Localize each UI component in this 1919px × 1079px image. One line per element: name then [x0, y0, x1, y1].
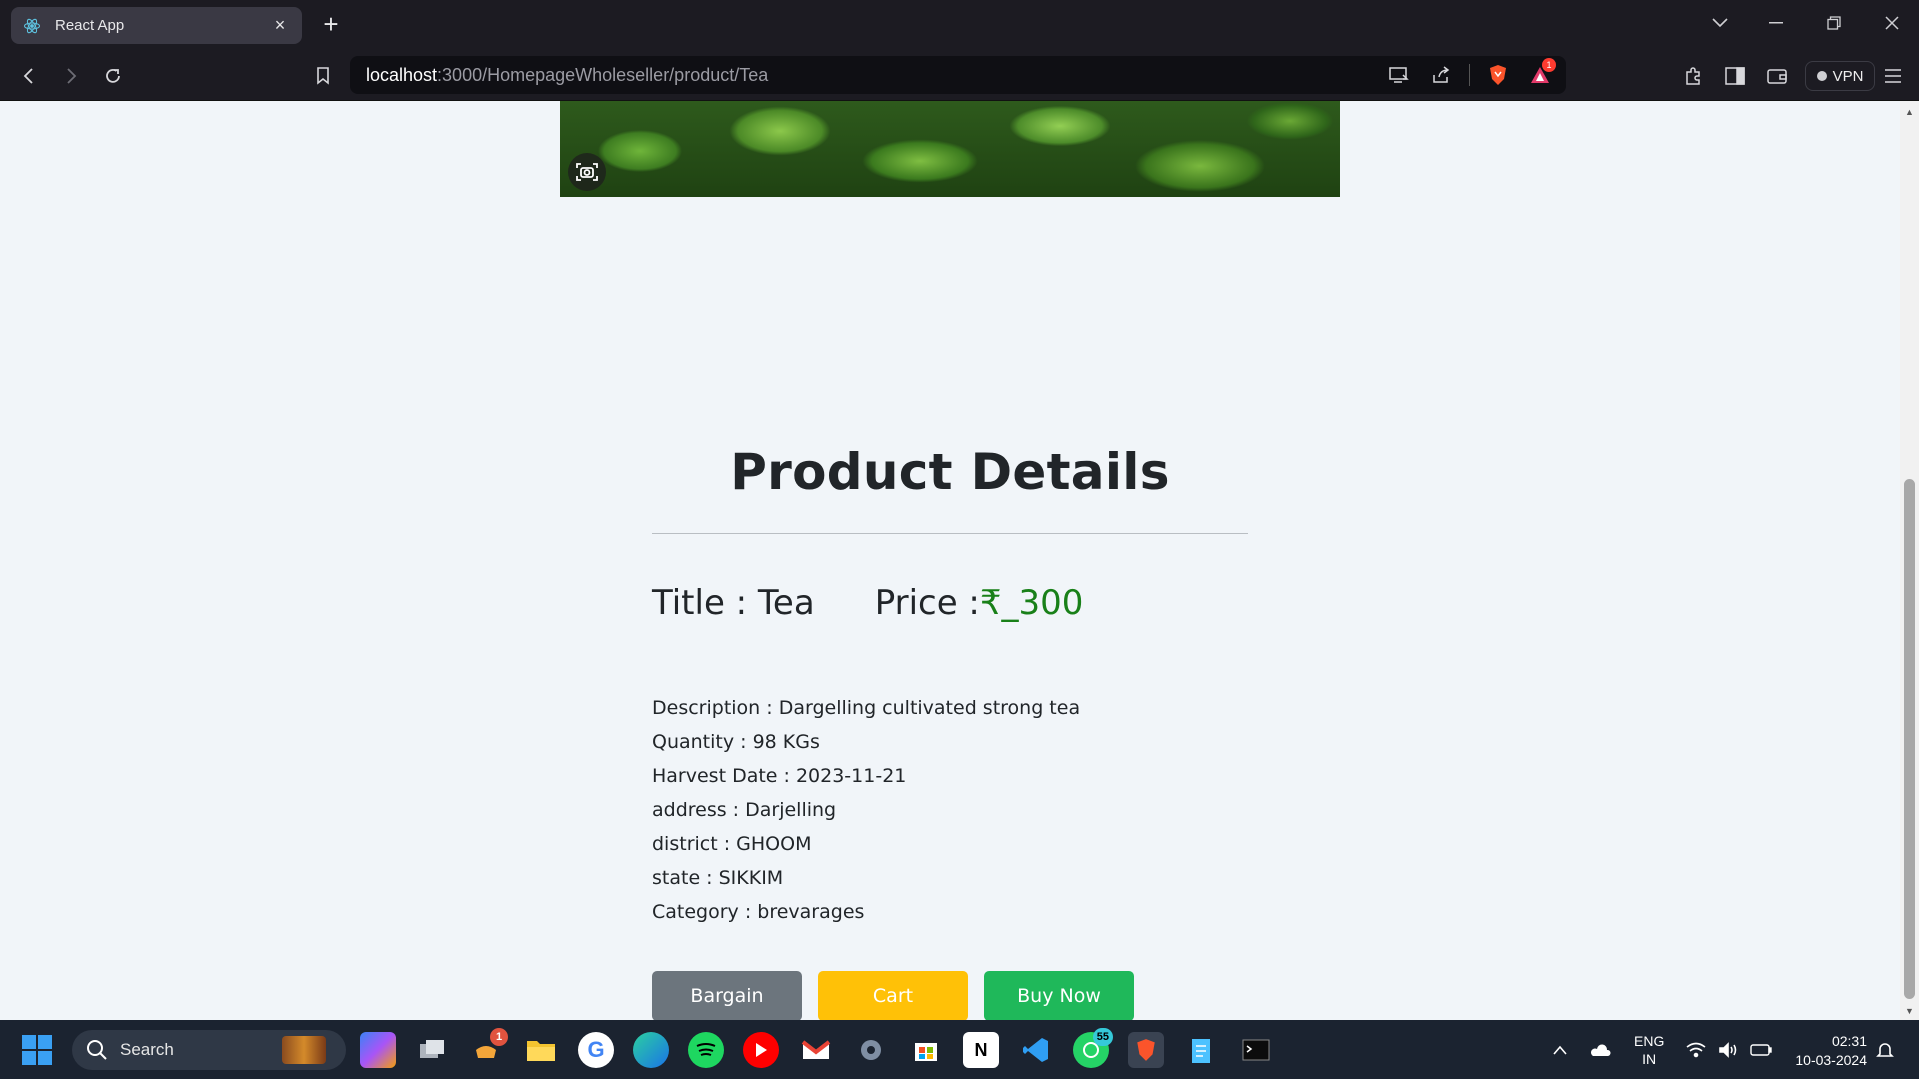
close-window-button[interactable]	[1872, 8, 1912, 38]
action-buttons: Bargain Cart Buy Now	[652, 971, 1134, 1020]
address: address : Darjelling	[652, 799, 837, 821]
visual-search-icon[interactable]	[568, 153, 606, 191]
cast-icon[interactable]	[1385, 62, 1413, 88]
browser-titlebar: React App × +	[0, 0, 1919, 50]
gmail-icon[interactable]	[798, 1032, 834, 1068]
state: state : SIKKIM	[652, 867, 784, 889]
language-indicator[interactable]: ENG IN	[1634, 1020, 1664, 1079]
scroll-up-icon[interactable]: ▲	[1905, 107, 1914, 117]
vpn-button[interactable]: VPN	[1805, 61, 1875, 91]
scrollbar-thumb[interactable]	[1904, 479, 1915, 999]
new-tab-button[interactable]: +	[318, 11, 344, 38]
back-button[interactable]	[14, 61, 44, 91]
divider	[652, 533, 1248, 534]
share-icon[interactable]	[1427, 62, 1455, 88]
forward-button[interactable]	[56, 61, 86, 91]
widgets-badge: 1	[490, 1028, 508, 1046]
vpn-status-icon	[1816, 71, 1827, 81]
price-value: ₹_300	[979, 583, 1084, 623]
title-price-row: Title : Tea Price : ₹_300	[652, 583, 1083, 623]
tab-list-chevron-icon[interactable]	[1700, 8, 1740, 38]
copilot-icon[interactable]	[360, 1032, 396, 1068]
lang-line1: ENG	[1634, 1032, 1665, 1049]
taskbar-search[interactable]: Search	[72, 1030, 346, 1070]
restore-button[interactable]	[1814, 8, 1854, 38]
google-icon[interactable]: G	[578, 1032, 614, 1068]
page-title: Product Details	[730, 443, 1170, 501]
bookmark-icon[interactable]	[308, 61, 338, 91]
lang-line2: IN	[1642, 1050, 1657, 1067]
clock-date: 10-03-2024	[1795, 1052, 1867, 1068]
brave-shields-icon[interactable]	[1484, 62, 1512, 88]
product-info-list: Description : Dargelling cultivated stro…	[652, 691, 1080, 929]
clock-time: 02:31	[1831, 1033, 1867, 1049]
harvest-date: Harvest Date : 2023-11-21	[652, 765, 907, 787]
task-view-icon[interactable]	[414, 1032, 450, 1068]
spotify-icon[interactable]	[688, 1032, 724, 1068]
search-icon	[87, 1040, 107, 1060]
description: Description : Dargelling cultivated stro…	[652, 697, 1081, 719]
district: district : GHOOM	[652, 833, 812, 855]
whatsapp-badge: 55	[1092, 1028, 1113, 1046]
tray-overflow-icon[interactable]	[1553, 1020, 1567, 1079]
scroll-down-icon[interactable]: ▼	[1905, 1006, 1914, 1016]
react-logo-icon	[23, 17, 41, 35]
search-highlight-icon	[282, 1036, 326, 1064]
quantity: Quantity : 98 KGs	[652, 731, 820, 753]
menu-icon[interactable]	[1878, 61, 1908, 91]
youtube-icon[interactable]	[743, 1032, 779, 1068]
search-placeholder: Search	[120, 1040, 174, 1059]
brave-browser-icon[interactable]	[1128, 1032, 1164, 1068]
notepad-icon[interactable]	[1183, 1032, 1219, 1068]
settings-gear-icon[interactable]	[853, 1032, 889, 1068]
extensions-icon[interactable]	[1678, 61, 1708, 91]
minimize-button[interactable]	[1756, 8, 1796, 38]
windows-taskbar: Search 1 G N 55 ENG IN 02:31 10-03-2024	[0, 1020, 1919, 1079]
terminal-icon[interactable]	[1238, 1032, 1274, 1068]
notifications-icon[interactable]	[1876, 1020, 1894, 1079]
bargain-button[interactable]: Bargain	[652, 971, 802, 1020]
notion-icon[interactable]: N	[963, 1032, 999, 1068]
cart-button[interactable]: Cart	[818, 971, 968, 1020]
page-scrollbar[interactable]: ▲ ▼	[1900, 101, 1919, 1020]
system-status[interactable]	[1686, 1020, 1772, 1079]
wallet-icon[interactable]	[1762, 61, 1792, 91]
price-label: Price :	[874, 583, 980, 623]
browser-toolbar: i localhost :3000/HomepageWholeseller/pr…	[0, 50, 1919, 664]
vpn-label: VPN	[1832, 67, 1864, 85]
file-explorer-icon[interactable]	[523, 1032, 559, 1068]
wifi-icon	[1686, 1042, 1706, 1057]
category: Category : brevarages	[652, 901, 865, 923]
reload-button[interactable]	[98, 61, 128, 91]
url-path: :3000/HomepageWholeseller/product/Tea	[437, 64, 769, 85]
edge-icon[interactable]	[633, 1032, 669, 1068]
onedrive-icon[interactable]	[1589, 1020, 1611, 1079]
product-image	[560, 101, 1340, 197]
tab-title: React App	[55, 17, 125, 34]
taskbar-clock[interactable]: 02:31 10-03-2024	[1785, 1032, 1867, 1070]
battery-icon	[1750, 1043, 1772, 1056]
product-title: Title : Tea	[652, 583, 815, 623]
rewards-badge: 1	[1542, 58, 1556, 72]
url-host: localhost	[366, 64, 438, 85]
page-content: Product Details Title : Tea Price : ₹_30…	[0, 101, 1900, 1020]
brave-rewards-icon[interactable]: 1	[1526, 58, 1556, 88]
browser-tab[interactable]: React App ×	[11, 7, 302, 44]
whatsapp-icon[interactable]: 55	[1073, 1028, 1113, 1068]
buy-now-button[interactable]: Buy Now	[984, 971, 1134, 1020]
address-bar[interactable]: i localhost :3000/HomepageWholeseller/pr…	[350, 56, 1566, 664]
tab-close-icon[interactable]: ×	[270, 15, 290, 36]
vscode-icon[interactable]	[1018, 1032, 1054, 1068]
volume-icon	[1719, 1041, 1737, 1058]
widgets-icon[interactable]: 1	[468, 1028, 508, 1068]
sidebar-toggle-icon[interactable]	[1720, 61, 1750, 91]
start-button[interactable]	[22, 1035, 52, 1065]
microsoft-store-icon[interactable]	[908, 1032, 944, 1068]
